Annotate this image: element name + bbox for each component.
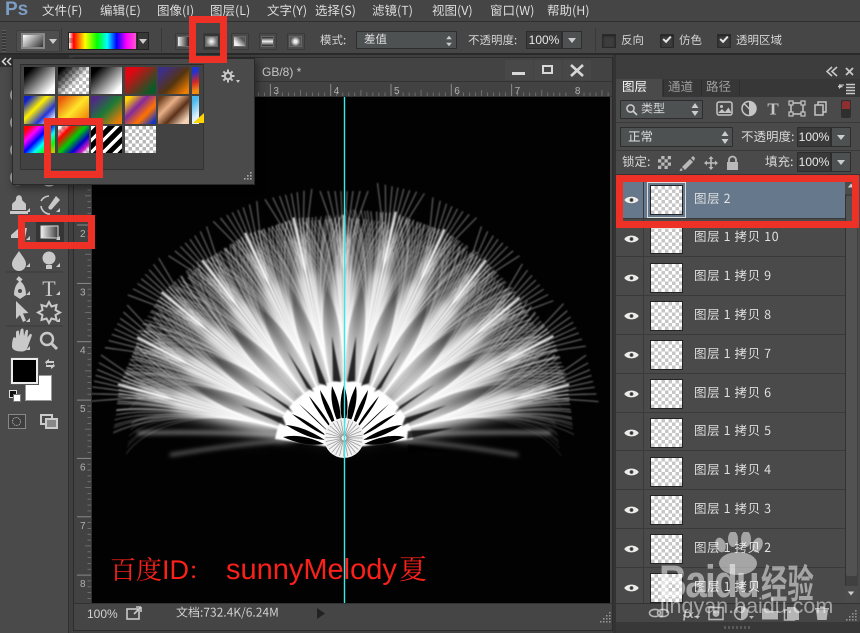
svg-text:7: 7 (515, 86, 521, 97)
svg-text:8: 8 (575, 86, 581, 97)
svg-text:6: 6 (80, 462, 86, 473)
svg-text:T: T (767, 100, 779, 119)
svg-text:3: 3 (80, 287, 86, 298)
svg-text:6: 6 (454, 86, 460, 97)
svg-text:5: 5 (394, 86, 400, 97)
svg-text:4: 4 (80, 346, 86, 357)
svg-text:T: T (42, 276, 56, 301)
svg-text:5: 5 (80, 404, 86, 415)
svg-text:8: 8 (80, 579, 86, 590)
svg-text:3: 3 (273, 86, 279, 97)
svg-text:7: 7 (80, 521, 86, 532)
svg-text:4: 4 (334, 86, 340, 97)
